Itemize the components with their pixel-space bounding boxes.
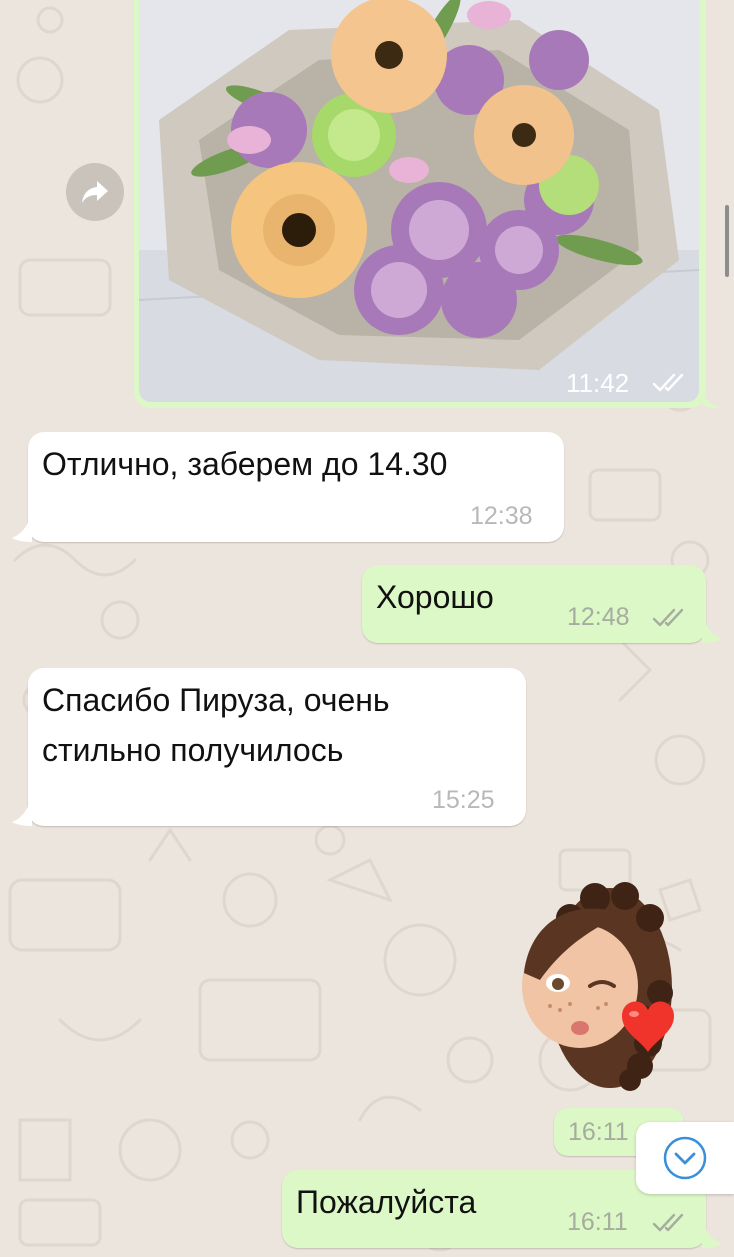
scroll-to-bottom-button[interactable] <box>636 1122 734 1194</box>
double-check-icon <box>652 1213 684 1232</box>
flower-bouquet-photo[interactable] <box>139 0 699 402</box>
message-text-line-2: стильно получилось <box>42 732 344 768</box>
message-text: Хорошо <box>376 579 494 615</box>
message-text: Пожалуйста <box>296 1184 477 1220</box>
chevron-down-icon <box>663 1136 707 1180</box>
message-time: 12:48 <box>567 603 630 631</box>
message-text: Отлично, заберем до 14.30 <box>42 446 448 482</box>
message-text-line-1: Спасибо Пируза, очень <box>42 682 390 718</box>
message-time: 12:38 <box>470 502 533 530</box>
photo-time: 11:42 <box>566 368 630 398</box>
bubble-tail <box>12 796 32 826</box>
memoji-kiss-heart-icon[interactable] <box>510 868 680 1098</box>
double-check-icon <box>652 608 684 627</box>
bubble-tail <box>702 615 722 643</box>
sticker-time: 16:11 <box>568 1118 629 1146</box>
scroll-indicator[interactable] <box>725 205 729 277</box>
bubble-tail <box>702 1220 722 1248</box>
forward-icon[interactable] <box>66 163 124 221</box>
outgoing-message[interactable]: Хорошо 12:48 <box>362 565 722 643</box>
double-check-icon <box>652 373 684 392</box>
message-time: 16:11 <box>567 1208 628 1236</box>
incoming-message[interactable]: Отлично, заберем до 14.30 12:38 <box>12 432 564 542</box>
photo-message[interactable]: 11:42 <box>134 0 720 408</box>
message-time: 15:25 <box>432 786 495 814</box>
bubble-tail <box>702 388 720 408</box>
incoming-message[interactable]: Спасибо Пируза, очень стильно получилось… <box>12 668 526 826</box>
bubble-tail <box>12 512 32 542</box>
